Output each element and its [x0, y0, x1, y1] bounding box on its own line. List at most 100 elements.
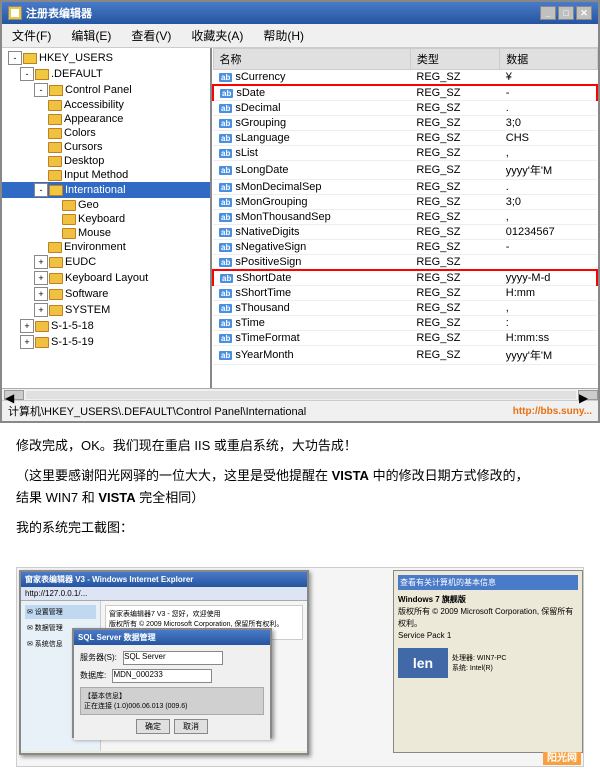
reg-data-cell: 3;0 [500, 116, 597, 131]
table-row[interactable]: absShortTimeREG_SZH:mm [213, 286, 597, 301]
minimize-button[interactable]: _ [540, 6, 556, 20]
tree-item-desktop[interactable]: Desktop [2, 154, 210, 168]
expand-system[interactable]: + [34, 303, 48, 317]
folder-icon-eudc [49, 257, 63, 268]
tree-item-eudc[interactable]: + EUDC [2, 254, 210, 270]
tree-item-input-method[interactable]: Input Method [2, 168, 210, 182]
reg-data-cell: 01234567 [500, 225, 597, 240]
tree-item-mouse[interactable]: Mouse [2, 226, 210, 240]
close-button[interactable]: ✕ [576, 6, 592, 20]
tree-item-appearance[interactable]: Appearance [2, 112, 210, 126]
tree-item-software[interactable]: + Software [2, 286, 210, 302]
table-row[interactable]: absCurrencyREG_SZ¥ [213, 70, 597, 86]
folder-icon-keyboard [62, 214, 76, 225]
table-row[interactable]: absDecimalREG_SZ. [213, 101, 597, 116]
col-type[interactable]: 类型 [410, 49, 499, 70]
tree-item-environment[interactable]: Environment [2, 240, 210, 254]
folder-icon-input-method [48, 170, 62, 181]
table-row[interactable]: absLongDateREG_SZyyyy'年'M [213, 161, 597, 180]
horizontal-scrollbar[interactable]: ◀ ▶ [2, 388, 598, 400]
reg-name-cell: absMonGrouping [213, 195, 410, 210]
menu-help[interactable]: 帮助(H) [257, 26, 310, 45]
label-accessibility: Accessibility [64, 99, 124, 111]
reg-type-cell: REG_SZ [410, 255, 499, 271]
expand-hkey-users[interactable]: - [8, 51, 22, 65]
table-row[interactable]: absNegativeSignREG_SZ- [213, 240, 597, 255]
table-row[interactable]: absMonGroupingREG_SZ3;0 [213, 195, 597, 210]
reg-type-cell: REG_SZ [410, 101, 499, 116]
reg-type-cell: REG_SZ [410, 180, 499, 195]
col-data[interactable]: 数据 [500, 49, 597, 70]
label-keyboard: Keyboard [78, 213, 125, 225]
table-row[interactable]: absPositiveSignREG_SZ [213, 255, 597, 271]
tree-item-accessibility[interactable]: Accessibility [2, 98, 210, 112]
label-eudc: EUDC [65, 256, 96, 268]
expand-keyboard-layout[interactable]: + [34, 271, 48, 285]
screenshot-section: 窗家表编辑器 V3 - Windows Internet Explorer ht… [0, 559, 600, 779]
tree-item-international[interactable]: - International [2, 182, 210, 198]
tree-item-cursors[interactable]: Cursors [2, 140, 210, 154]
reg-data-cell [500, 255, 597, 271]
tree-item-system[interactable]: + SYSTEM [2, 302, 210, 318]
expand-s-1-5-18[interactable]: + [20, 319, 34, 333]
detail-pane: 名称 类型 数据 absCurrencyREG_SZ¥absDateREG_SZ… [212, 48, 598, 388]
expand-control-panel[interactable]: - [34, 83, 48, 97]
sim-sql-cancel-btn[interactable]: 取消 [174, 719, 208, 734]
expand-default[interactable]: - [20, 67, 34, 81]
table-row[interactable]: absMonThousandSepREG_SZ, [213, 210, 597, 225]
folder-icon-accessibility [48, 100, 62, 111]
folder-icon-international [49, 185, 63, 196]
folder-icon-geo [62, 200, 76, 211]
table-row[interactable]: absYearMonthREG_SZyyyy'年'M [213, 346, 597, 365]
article-para3: 我的系统完工截图： [16, 517, 584, 539]
tree-item-colors[interactable]: Colors [2, 126, 210, 140]
expand-s-1-5-19[interactable]: + [20, 335, 34, 349]
expand-international[interactable]: - [34, 183, 48, 197]
table-row[interactable]: absMonDecimalSepREG_SZ. [213, 180, 597, 195]
sim-sql-db-input[interactable]: MDN_000233 [112, 669, 212, 683]
table-row[interactable]: absDateREG_SZ- [213, 85, 597, 101]
table-row[interactable]: absNativeDigitsREG_SZ01234567 [213, 225, 597, 240]
scroll-left-btn[interactable]: ◀ [4, 390, 24, 400]
table-row[interactable]: absLanguageREG_SZCHS [213, 131, 597, 146]
tree-item-hkey-users[interactable]: - HKEY_USERS [2, 50, 210, 66]
tree-item-s-1-5-18[interactable]: + S-1-5-18 [2, 318, 210, 334]
tree-item-geo[interactable]: Geo [2, 198, 210, 212]
sim-ie-titlebar: 窗家表编辑器 V3 - Windows Internet Explorer [21, 572, 307, 587]
sim-ie-addressbar: http://127.0.0.1/... [21, 587, 307, 601]
menu-favorites[interactable]: 收藏夹(A) [185, 26, 249, 45]
reg-data-cell: yyyy'年'M [500, 161, 597, 180]
tree-pane[interactable]: - HKEY_USERS - .DEFAULT - Control Panel [2, 48, 212, 388]
menu-edit[interactable]: 编辑(E) [65, 26, 117, 45]
reg-type-cell: REG_SZ [410, 116, 499, 131]
scroll-right-btn[interactable]: ▶ [578, 390, 598, 400]
reg-name-cell: absShortDate [213, 270, 410, 286]
reg-data-cell: : [500, 316, 597, 331]
table-row[interactable]: absTimeFormatREG_SZH:mm:ss [213, 331, 597, 346]
table-row[interactable]: absThousandREG_SZ, [213, 301, 597, 316]
label-default: .DEFAULT [51, 68, 103, 80]
col-name[interactable]: 名称 [213, 49, 410, 70]
table-row[interactable]: absShortDateREG_SZyyyy-M-d [213, 270, 597, 286]
scroll-track[interactable] [26, 391, 576, 399]
sim-right-header: 查看有关计算机的基本信息 [398, 575, 578, 590]
sim-sql-server-input[interactable]: SQL Server [123, 651, 223, 665]
tree-item-default[interactable]: - .DEFAULT [2, 66, 210, 82]
reg-name-cell: absMonThousandSep [213, 210, 410, 225]
table-row[interactable]: absListREG_SZ, [213, 146, 597, 161]
tree-item-s-1-5-19[interactable]: + S-1-5-19 [2, 334, 210, 350]
folder-icon-colors [48, 128, 62, 139]
sim-ie-url: http://127.0.0.1/... [25, 589, 87, 598]
tree-item-keyboard[interactable]: Keyboard [2, 212, 210, 226]
table-row[interactable]: absGroupingREG_SZ3;0 [213, 116, 597, 131]
menu-view[interactable]: 查看(V) [125, 26, 177, 45]
menu-file[interactable]: 文件(F) [6, 26, 57, 45]
folder-icon-s-1-5-18 [35, 321, 49, 332]
tree-item-keyboard-layout[interactable]: + Keyboard Layout [2, 270, 210, 286]
table-row[interactable]: absTimeREG_SZ: [213, 316, 597, 331]
maximize-button[interactable]: □ [558, 6, 574, 20]
tree-item-control-panel[interactable]: - Control Panel [2, 82, 210, 98]
expand-software[interactable]: + [34, 287, 48, 301]
sim-sql-ok-btn[interactable]: 确定 [136, 719, 170, 734]
expand-eudc[interactable]: + [34, 255, 48, 269]
